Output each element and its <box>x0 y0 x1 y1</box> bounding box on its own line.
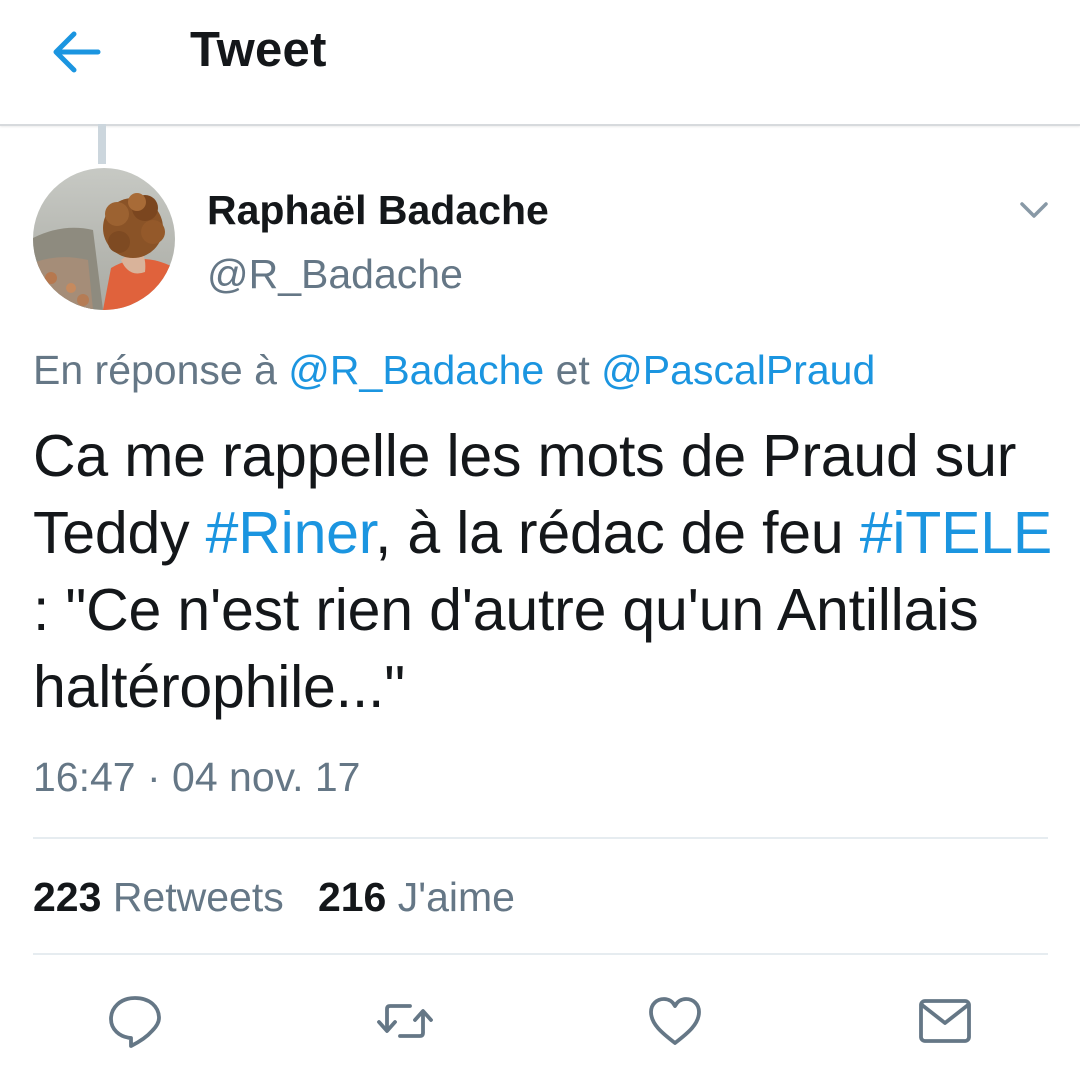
divider <box>33 953 1048 955</box>
tweet-stats: 223 Retweets 216 J'aime <box>33 874 515 921</box>
back-button[interactable] <box>46 26 104 78</box>
chevron-down-icon <box>1020 202 1048 218</box>
tweet-text: Ca me rappelle les mots de Praud sur Ted… <box>33 418 1053 726</box>
likes-count: 216 <box>317 874 387 920</box>
hashtag-link[interactable]: #iTELE <box>860 500 1052 566</box>
page-title: Tweet <box>190 23 327 77</box>
tweet-text-segment: : "Ce n'est rien d'autre qu'un Antillais… <box>33 577 979 720</box>
like-button[interactable] <box>644 990 706 1052</box>
direct-message-button[interactable] <box>914 990 976 1052</box>
reply-joiner: et <box>544 347 602 393</box>
reply-context: En réponse à @R_Badache et @PascalPraud <box>33 347 875 394</box>
heart-icon <box>649 997 701 1045</box>
top-app-bar: Tweet <box>0 0 1080 126</box>
envelope-icon <box>919 999 971 1043</box>
likes-label: J'aime <box>397 874 515 920</box>
author-name[interactable]: Raphaël Badache <box>207 187 549 234</box>
reply-bubble-icon <box>109 996 161 1048</box>
reply-mention-link[interactable]: @PascalPraud <box>601 347 875 393</box>
reply-button[interactable] <box>104 990 166 1052</box>
retweets-stat[interactable]: 223 Retweets <box>33 874 284 920</box>
tweet-timestamp: 16:47 · 04 nov. 17 <box>33 754 361 800</box>
divider <box>33 837 1048 839</box>
retweet-button[interactable] <box>374 990 436 1052</box>
hashtag-link[interactable]: #Riner <box>206 500 376 566</box>
author-handle[interactable]: @R_Badache <box>207 251 463 298</box>
reply-mention-link[interactable]: @R_Badache <box>288 347 544 393</box>
tweet-menu-button[interactable] <box>1014 192 1054 228</box>
retweet-icon <box>377 1004 433 1038</box>
avatar[interactable] <box>33 168 175 310</box>
retweets-label: Retweets <box>112 874 284 920</box>
thread-connector-line <box>98 124 106 164</box>
reply-prefix: En réponse à <box>33 347 289 393</box>
arrow-left-icon <box>53 31 101 73</box>
retweets-count: 223 <box>33 874 102 920</box>
avatar-photo <box>33 168 175 310</box>
tweet-text-segment: , à la rédac de feu <box>375 500 860 566</box>
likes-stat[interactable]: 216 J'aime <box>318 874 515 920</box>
